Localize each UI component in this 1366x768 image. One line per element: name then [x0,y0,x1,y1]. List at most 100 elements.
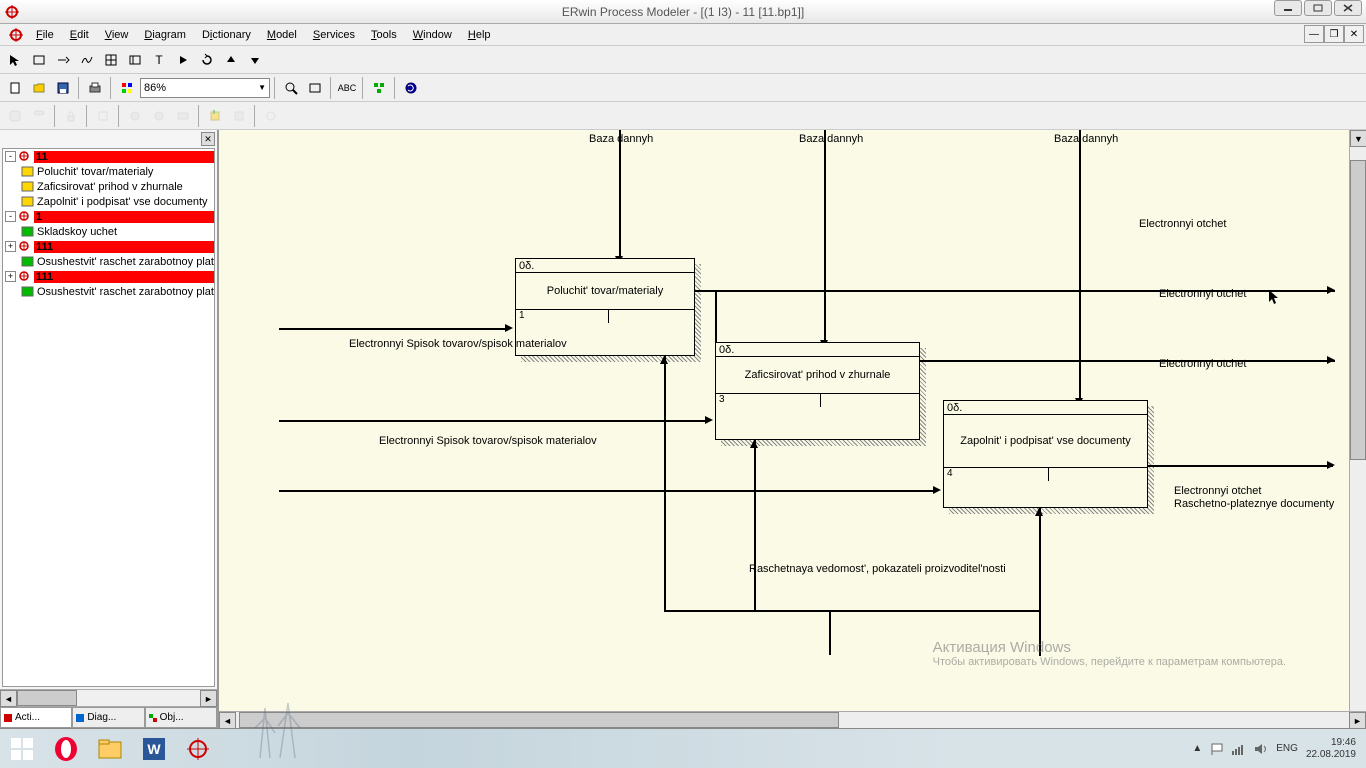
minimize-button[interactable] [1274,0,1302,16]
menu-window[interactable]: Window [405,27,460,43]
tray-volume-icon[interactable] [1254,743,1268,755]
new-button[interactable] [4,77,26,99]
tray-clock[interactable]: 19:46 22.08.2019 [1306,737,1356,761]
tray-flag-icon[interactable] [1210,742,1224,756]
mm-btn7[interactable] [204,105,226,127]
label-spisok1: Electronnyi Spisok tovarov/spisok materi… [349,338,567,350]
save-button[interactable] [52,77,74,99]
tree-expand-icon[interactable]: - [5,211,16,222]
mm-btn9 [260,105,282,127]
menu-services[interactable]: Services [305,27,363,43]
tree-expand-icon[interactable]: + [5,241,16,252]
up-tool[interactable] [220,49,242,71]
tray-network-icon[interactable] [1232,743,1246,755]
canvas-hscrollbar[interactable]: ◄ ► [219,711,1366,728]
scroll-thumb[interactable] [17,690,77,706]
tree-item[interactable]: -1 [3,209,214,224]
mm-btn8 [228,105,250,127]
zoom-combo[interactable]: 86% ▼ [140,78,270,98]
menu-diagram[interactable]: Diagram [136,27,194,43]
zoom-fit-button[interactable] [304,77,326,99]
maximize-button[interactable] [1304,0,1332,16]
taskbar-word[interactable]: W [134,731,174,767]
tree-item[interactable]: Osushestvit' raschet zarabotnoy platy [3,284,214,299]
squiggle-tool[interactable] [76,49,98,71]
datastore-tool[interactable] [124,49,146,71]
taskbar-erwin[interactable] [178,731,218,767]
menubar: File Edit View Diagram Dictionary Model … [0,24,1366,46]
activity-icon [21,181,34,192]
panel-close-button[interactable]: ✕ [201,132,215,146]
menu-tools[interactable]: Tools [363,27,405,43]
tray-lang[interactable]: ENG [1276,743,1298,754]
pointer-tool[interactable] [4,49,26,71]
tray-up-icon[interactable]: ▲ [1192,743,1202,754]
mm-btn4 [124,105,146,127]
tab-activities[interactable]: Acti... [0,707,72,728]
taskbar-opera[interactable] [46,731,86,767]
tree-item[interactable]: Osushestvit' raschet zarabotnoy platy [3,254,214,269]
taskbar-explorer[interactable] [90,731,130,767]
side-hscrollbar[interactable]: ◄ ► [0,689,217,706]
start-button[interactable] [2,731,42,767]
open-button[interactable] [28,77,50,99]
scroll-right-button[interactable]: ► [200,690,217,707]
mm-btn2 [28,105,50,127]
menu-edit[interactable]: Edit [62,27,97,43]
menu-file[interactable]: File [28,27,62,43]
tree-item[interactable]: Zaficsirovat' prihod v zhurnale [3,179,214,194]
tree-item[interactable]: -11 [3,149,214,164]
dropdown-arrow-icon: ▼ [258,83,266,92]
label-baza2: Baza dannyh [799,133,863,145]
label-elec-otchet2: Electronnyi otchet [1159,288,1246,300]
rotate-tool[interactable] [196,49,218,71]
mdi-close-button[interactable]: ✕ [1344,25,1364,43]
app-icon [4,4,20,20]
label-elec-otchet3: Electronnyi otchet [1159,358,1246,370]
tree-item[interactable]: +111 [3,269,214,284]
mdi-minimize-button[interactable]: — [1304,25,1324,43]
mm-btn5 [148,105,170,127]
activity-icon [21,286,34,297]
tree-expand-icon[interactable]: - [5,151,16,162]
zoom-value: 86% [144,82,166,94]
tree-expand-icon[interactable]: + [5,271,16,282]
mdi-icon [8,27,24,43]
diagram-canvas[interactable]: Baza dannyh Baza dannyh Baza dannyh 0δ. … [218,130,1366,728]
menu-help[interactable]: Help [460,27,499,43]
print-button[interactable] [84,77,106,99]
activity-box-2[interactable]: 0δ. Zaficsirovat' prihod v zhurnale 3 [715,342,920,440]
refresh-button[interactable] [400,77,422,99]
window-title: ERwin Process Modeler - [(1 I3) - 11 [11… [562,5,804,19]
close-button[interactable] [1334,0,1362,16]
arrow-tool[interactable] [52,49,74,71]
canvas-vscrollbar[interactable]: ▲ ▼ [1349,130,1366,711]
tree-item[interactable]: Skladskoy uchet [3,224,214,239]
menu-view[interactable]: View [97,27,137,43]
down-tool[interactable] [244,49,266,71]
mdi-restore-button[interactable]: ❐ [1324,25,1344,43]
mm-lock [60,105,82,127]
external-ref-tool[interactable] [100,49,122,71]
tree-item[interactable]: +111 [3,239,214,254]
go-tool[interactable] [172,49,194,71]
text-tool[interactable]: T [148,49,170,71]
diagram-icon [18,151,31,162]
tree-item[interactable]: Poluchit' tovar/materialy [3,164,214,179]
tab-diagrams[interactable]: Diag... [72,707,144,728]
model-explorer-button[interactable] [368,77,390,99]
menu-dictionary[interactable]: Dictionary [194,27,259,43]
zoom-in-button[interactable] [280,77,302,99]
tab-objects[interactable]: Obj... [145,707,217,728]
tree-item[interactable]: Zapolnit' i podpisat' vse documenty [3,194,214,209]
spellcheck-button[interactable]: ABC [336,77,358,99]
model-explorer-panel: ✕ -11Poluchit' tovar/materialyZaficsirov… [0,130,218,728]
model-tree[interactable]: -11Poluchit' tovar/materialyZaficsirovat… [2,148,215,687]
diagram-icon [18,211,31,222]
scroll-left-button[interactable]: ◄ [0,690,17,707]
activity-box-3[interactable]: 0δ. Zapolnit' i podpisat' vse documenty … [943,400,1148,508]
menu-model[interactable]: Model [259,27,305,43]
activity-icon [21,196,34,207]
activity-tool[interactable] [28,49,50,71]
color-button[interactable] [116,77,138,99]
